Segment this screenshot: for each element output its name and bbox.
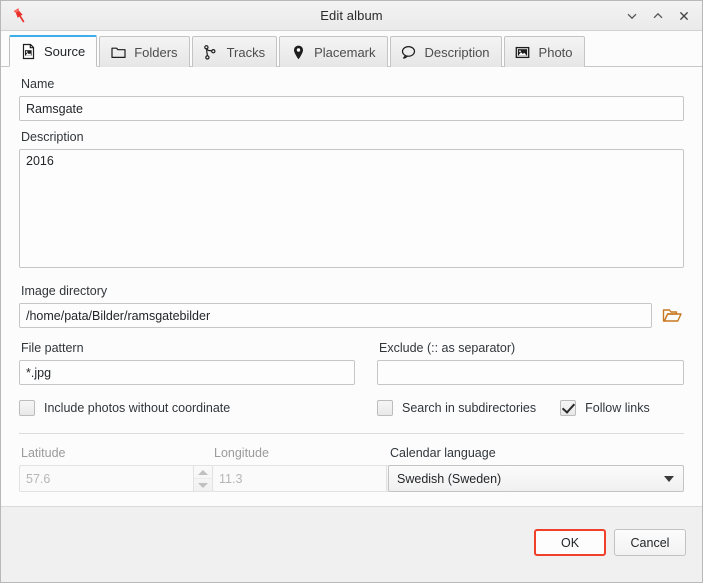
- file-pattern-label: File pattern: [21, 341, 84, 355]
- photo-icon: [514, 43, 532, 61]
- map-pin-icon: [289, 43, 307, 61]
- tab-photo[interactable]: Photo: [503, 36, 585, 67]
- image-directory-input[interactable]: [19, 303, 652, 328]
- calendar-language-select[interactable]: Swedish (Sweden): [388, 465, 684, 492]
- calendar-language-value: Swedish (Sweden): [397, 471, 502, 486]
- name-input[interactable]: [19, 96, 684, 121]
- tab-label: Folders: [134, 44, 178, 60]
- search-in-subdirectories-checkbox[interactable]: [377, 400, 393, 416]
- latitude-spinbox[interactable]: [19, 465, 213, 492]
- image-file-icon: [19, 43, 37, 61]
- latitude-input[interactable]: [19, 465, 193, 492]
- tab-description[interactable]: Description: [389, 36, 502, 67]
- tab-bar: Source Folders Tracks Placemark Descript…: [1, 31, 702, 67]
- description-textarea[interactable]: [19, 149, 684, 268]
- checkbox-label: Follow links: [585, 401, 650, 415]
- close-icon[interactable]: [672, 4, 696, 28]
- latitude-label: Latitude: [21, 446, 66, 460]
- window-controls: [620, 1, 696, 30]
- tab-label: Description: [424, 44, 490, 60]
- tab-source[interactable]: Source: [9, 35, 98, 67]
- ok-button[interactable]: OK: [534, 529, 606, 556]
- section-divider: [19, 433, 684, 434]
- follow-links-checkbox-row[interactable]: Follow links: [560, 398, 650, 418]
- chevron-down-icon: [664, 475, 674, 482]
- open-folder-icon[interactable]: [660, 304, 684, 328]
- exclude-input[interactable]: [377, 360, 684, 385]
- include-photos-without-coordinate-checkbox-row[interactable]: Include photos without coordinate: [19, 398, 355, 418]
- image-directory-label: Image directory: [21, 284, 108, 298]
- checkbox-label: Search in subdirectories: [402, 401, 537, 415]
- track-branch-icon: [202, 43, 220, 61]
- chevron-down-icon[interactable]: [620, 4, 644, 28]
- tab-folders[interactable]: Folders: [99, 36, 190, 67]
- edit-album-dialog: Edit album Source Folders Tracks Placema…: [0, 0, 703, 583]
- pushpin-icon: [9, 5, 31, 27]
- folder-icon: [109, 43, 127, 61]
- speech-bubble-icon: [400, 43, 418, 61]
- window-title: Edit album: [320, 8, 383, 23]
- chevron-up-icon[interactable]: [646, 4, 670, 28]
- dialog-footer: OK Cancel: [1, 506, 702, 582]
- coordinates-row: Latitude Longitude: [19, 446, 684, 492]
- pattern-exclude-row: File pattern Exclude (:: as separator): [19, 341, 684, 385]
- description-label: Description: [21, 130, 84, 144]
- include-photos-without-coordinate-checkbox[interactable]: [19, 400, 35, 416]
- longitude-label: Longitude: [214, 446, 269, 460]
- exclude-label: Exclude (:: as separator): [379, 341, 516, 355]
- name-label: Name: [21, 77, 55, 91]
- title-bar: Edit album: [1, 1, 702, 31]
- search-in-subdirectories-checkbox-row[interactable]: Search in subdirectories: [377, 398, 536, 418]
- tab-label: Photo: [538, 44, 573, 60]
- tab-tracks[interactable]: Tracks: [191, 36, 278, 67]
- calendar-language-label: Calendar language: [390, 446, 496, 460]
- checkbox-label: Include photos without coordinate: [44, 401, 231, 415]
- tab-label: Source: [44, 44, 86, 59]
- follow-links-checkbox[interactable]: [560, 400, 577, 416]
- cancel-button[interactable]: Cancel: [614, 529, 686, 556]
- longitude-spinbox[interactable]: [212, 465, 406, 492]
- file-pattern-input[interactable]: [19, 360, 355, 385]
- tab-placemark[interactable]: Placemark: [279, 36, 388, 67]
- tab-label: Placemark: [314, 44, 376, 60]
- options-row: Include photos without coordinate Search…: [19, 398, 684, 418]
- longitude-input[interactable]: [212, 465, 386, 492]
- image-directory-row: [19, 303, 684, 328]
- source-tab-panel: Name Description Image directory File pa…: [1, 67, 702, 506]
- tab-label: Tracks: [226, 44, 266, 60]
